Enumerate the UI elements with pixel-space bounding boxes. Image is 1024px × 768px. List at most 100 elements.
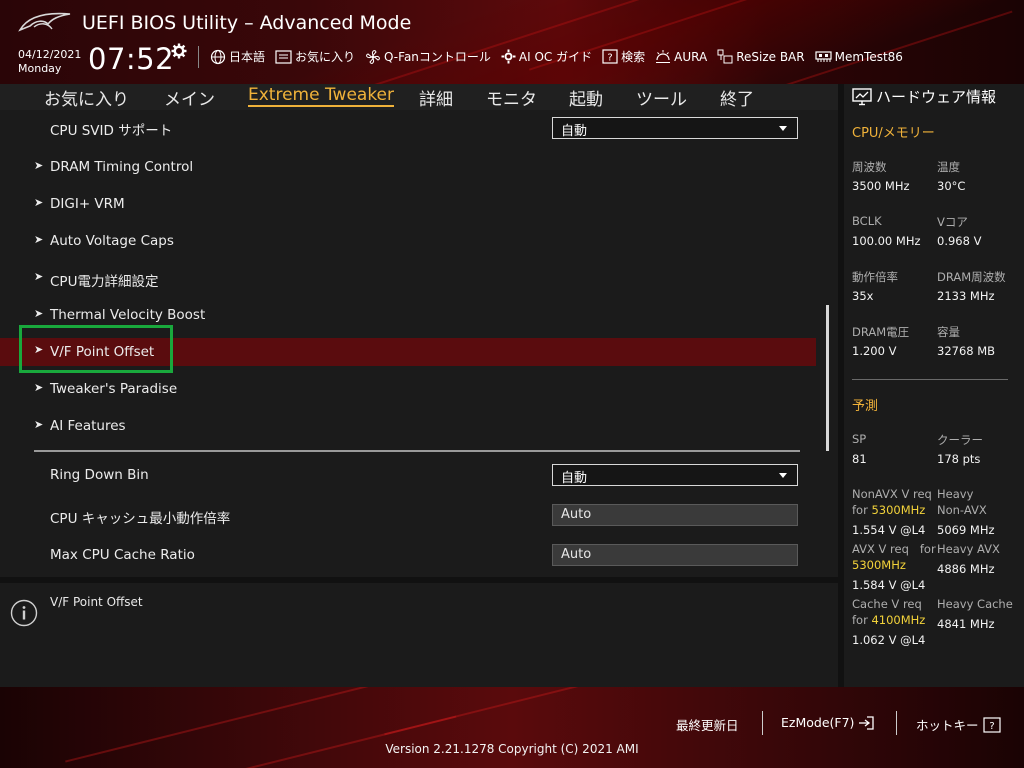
qfan-control-button[interactable]: Q-Fanコントロール <box>365 48 491 65</box>
submenu-dram-timing[interactable]: ➤ DRAM Timing Control <box>0 154 816 182</box>
help-search-icon: ? <box>602 49 618 64</box>
submenu-arrow-icon: ➤ <box>34 307 44 320</box>
settings-scrollbar[interactable] <box>826 305 829 451</box>
max-cache-ratio-field[interactable]: Auto <box>552 544 798 566</box>
dram-volt-value: 1.200 V <box>852 344 897 358</box>
vcore-value: 0.968 V <box>937 234 982 248</box>
exit-arrow-icon <box>859 715 875 730</box>
tab-tool[interactable]: ツール <box>636 85 687 110</box>
rog-logo-icon <box>18 12 71 32</box>
aura-button[interactable]: AURA <box>655 48 707 65</box>
footer-separator <box>762 711 763 735</box>
tab-exit[interactable]: 終了 <box>720 85 754 110</box>
tab-boot[interactable]: 起動 <box>569 85 603 110</box>
qfan-label: Q-Fanコントロール <box>384 50 491 64</box>
submenu-digi-vrm[interactable]: ➤ DIGI+ VRM <box>0 191 816 219</box>
tab-favorites[interactable]: お気に入り <box>44 85 129 110</box>
setting-row-cpu-cache-min[interactable]: CPU キャッシュ最小動作倍率 Auto <box>0 502 816 530</box>
selection-highlight-box <box>19 325 173 373</box>
submenu-label: DIGI+ VRM <box>50 196 125 212</box>
setting-label: CPU キャッシュ最小動作倍率 <box>50 511 231 527</box>
cpu-cache-min-field[interactable]: Auto <box>552 504 798 526</box>
hardware-title-label: ハードウェア情報 <box>876 88 997 106</box>
hardware-title: ハードウェア情報 <box>852 86 996 107</box>
time-display: 07:52 <box>88 42 175 76</box>
submenu-ai-features[interactable]: ➤ AI Features <box>0 413 816 441</box>
tab-main[interactable]: メイン <box>164 85 215 110</box>
capacity-label: 容量 <box>937 325 960 339</box>
settings-panel: お気に入り メイン Extreme Tweaker 詳細 モニタ 起動 ツール … <box>0 84 838 577</box>
tab-advanced[interactable]: 詳細 <box>419 85 453 110</box>
setting-row-cpu-svid[interactable]: CPU SVID サポート 自動 <box>0 114 816 142</box>
ai-oc-label: AI OC ガイド <box>518 50 593 64</box>
toolbar-separator <box>198 46 199 68</box>
cpu-memory-section-title: CPU/メモリー <box>852 126 935 141</box>
version-text: Version 2.21.1278 Copyright (C) 2021 AMI <box>385 742 639 756</box>
help-description: V/F Point Offset <box>50 595 143 609</box>
submenu-cpu-power[interactable]: ➤ CPU電力詳細設定 <box>0 265 816 293</box>
clock-settings-gear-icon[interactable] <box>171 43 187 59</box>
aura-label: AURA <box>674 49 708 64</box>
avx-value: 1.584 V @L4 <box>852 578 926 592</box>
submenu-auto-voltage-caps[interactable]: ➤ Auto Voltage Caps <box>0 228 816 256</box>
favorites-button[interactable]: お気に入り <box>275 48 355 65</box>
resize-bar-button[interactable]: ReSize BAR <box>717 48 805 65</box>
bclk-value: 100.00 MHz <box>852 234 921 248</box>
app-title: UEFI BIOS Utility – Advanced Mode <box>82 12 412 34</box>
search-label: 検索 <box>621 50 646 64</box>
ring-down-bin-select[interactable]: 自動 <box>552 464 798 486</box>
capacity-value: 32768 MB <box>937 344 996 358</box>
submenu-tweakers-paradise[interactable]: ➤ Tweaker's Paradise <box>0 376 816 404</box>
dram-freq-value: 2133 MHz <box>937 289 995 303</box>
help-panel: V/F Point Offset <box>0 583 838 687</box>
main-tabs: お気に入り メイン Extreme Tweaker 詳細 モニタ 起動 ツール … <box>0 84 838 110</box>
tab-extreme-tweaker[interactable]: Extreme Tweaker <box>248 85 395 107</box>
temp-value: 30°C <box>937 179 966 193</box>
setting-row-max-cache-ratio[interactable]: Max CPU Cache Ratio Auto <box>0 542 816 570</box>
submenu-label: CPU電力詳細設定 <box>50 274 159 290</box>
ai-oc-guide-button[interactable]: AI OC ガイド <box>501 48 592 65</box>
cpu-svid-select[interactable]: 自動 <box>552 117 798 139</box>
tab-monitor[interactable]: モニタ <box>486 85 537 110</box>
prediction-section-title: 予測 <box>852 399 879 414</box>
dram-freq-label: DRAM周波数 <box>937 270 1006 284</box>
toolbar: 日本語 お気に入り Q-Fanコントロール AI OC ガイド ? 検索 AUR… <box>210 48 903 65</box>
heavy-cache-value: 4841 MHz <box>937 617 995 631</box>
heavy-nonavx-label: Heavy <box>937 487 974 501</box>
heavy-nonavx-label-2: Non-AVX <box>937 503 987 517</box>
submenu-arrow-icon: ➤ <box>34 381 44 394</box>
heavy-avx-value: 4886 MHz <box>937 562 995 576</box>
heavy-nonavx-value: 5069 MHz <box>937 523 995 537</box>
monitor-icon <box>852 87 872 105</box>
cooler-value: 178 pts <box>937 452 981 466</box>
cooler-label: クーラー <box>937 433 983 447</box>
field-value: Auto <box>561 507 592 522</box>
hotkey-button[interactable]: ホットキー ? <box>916 715 1001 734</box>
submenu-label: Tweaker's Paradise <box>50 381 178 397</box>
setting-row-ring-down-bin[interactable]: Ring Down Bin 自動 <box>0 462 816 490</box>
submenu-label: Auto Voltage Caps <box>50 233 174 249</box>
hardware-monitor-panel: ハードウェア情報 CPU/メモリー 周波数 温度 3500 MHz 30°C B… <box>844 84 1024 687</box>
avx-label-line: AVX V req for <box>852 542 936 556</box>
memtest-icon <box>815 51 832 62</box>
submenu-arrow-icon: ➤ <box>34 159 44 172</box>
memtest-button[interactable]: MemTest86 <box>815 48 903 65</box>
cache-vreq-label: Cache V req <box>852 597 922 611</box>
temp-label: 温度 <box>937 160 960 174</box>
globe-icon <box>210 49 226 64</box>
ratio-value: 35x <box>852 289 874 303</box>
heavy-cache-label: Heavy Cache <box>937 597 1013 611</box>
submenu-arrow-icon: ➤ <box>34 233 44 246</box>
submenu-arrow-icon: ➤ <box>34 418 44 431</box>
last-modified-button[interactable]: 最終更新日 <box>676 715 739 734</box>
search-button[interactable]: ? 検索 <box>602 48 645 65</box>
language-button[interactable]: 日本語 <box>210 48 265 65</box>
ezmode-label: EzMode(F7) <box>781 715 855 730</box>
ezmode-button[interactable]: EzMode(F7) <box>781 715 875 730</box>
field-value: Auto <box>561 547 592 562</box>
sp-label: SP <box>852 432 867 446</box>
cache-freq: 4100MHz <box>871 613 926 627</box>
nonavx-label: NonAVX V req <box>852 487 932 501</box>
for-word: for <box>919 542 936 556</box>
nonavx-value: 1.554 V @L4 <box>852 523 926 537</box>
